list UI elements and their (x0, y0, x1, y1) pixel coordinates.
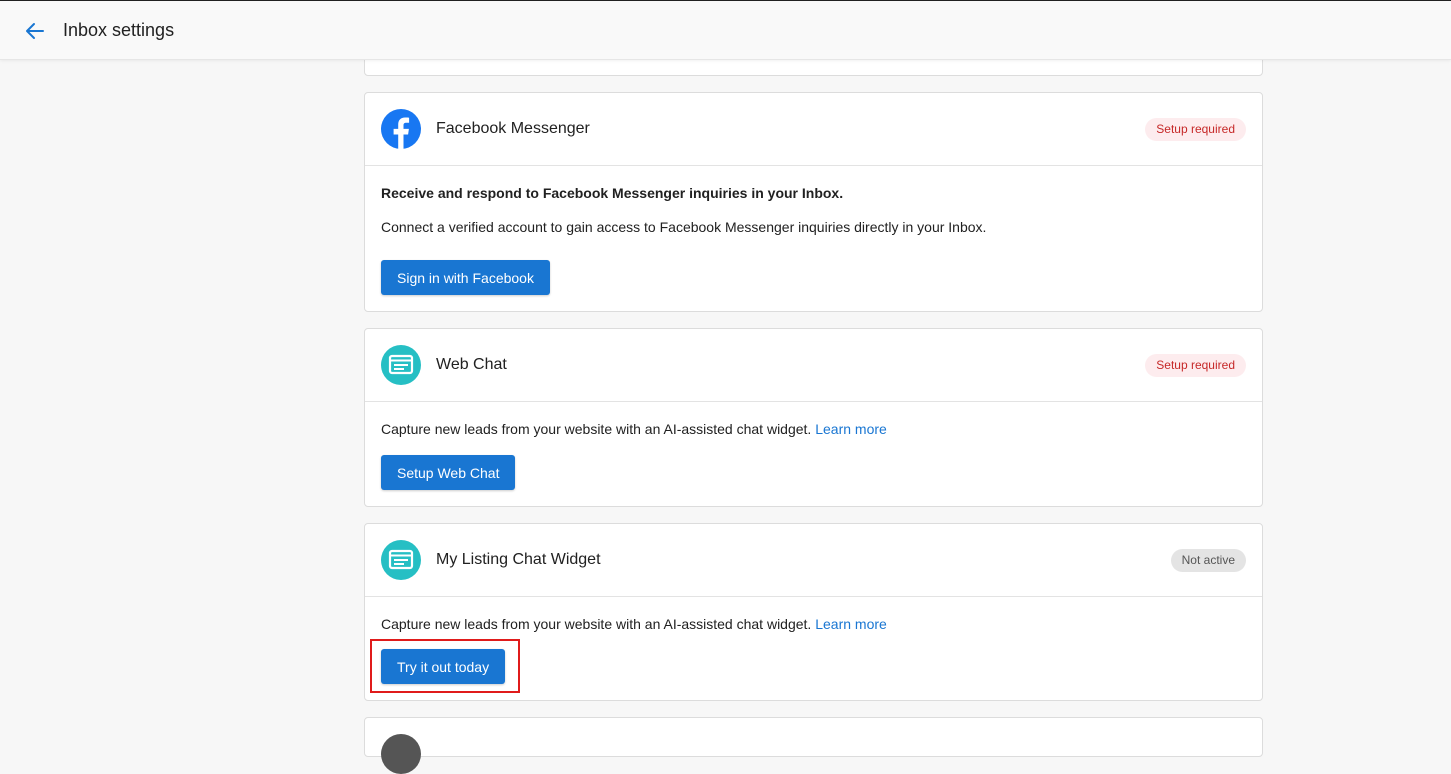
highlight-box (370, 639, 520, 693)
top-bar: Inbox settings (0, 1, 1451, 60)
card-description-text: Capture new leads from your website with… (381, 616, 812, 632)
card-title: Web Chat (436, 356, 507, 373)
card-description: Capture new leads from your website with… (381, 421, 887, 437)
status-badge: Setup required (1145, 354, 1246, 377)
next-card (364, 717, 1263, 774)
setup-web-chat-button[interactable]: Setup Web Chat (381, 455, 516, 490)
learn-more-link[interactable]: Learn more (815, 616, 887, 632)
chat-window-icon (381, 345, 421, 385)
facebook-icon (381, 109, 421, 149)
card-description-text: Capture new leads from your website with… (381, 421, 812, 437)
card-description: Connect a verified account to gain acces… (381, 219, 987, 235)
status-badge: Setup required (1145, 118, 1246, 141)
page-title: Inbox settings (63, 20, 175, 40)
card-description: Capture new leads from your website with… (381, 616, 887, 632)
card-title: Facebook Messenger (436, 120, 590, 137)
status-badge: Not active (1170, 549, 1246, 572)
card-header: Facebook Messenger Setup required (365, 93, 1262, 166)
card-title: My Listing Chat Widget (436, 551, 601, 568)
card-header: Web Chat Setup required (365, 329, 1262, 402)
sign-in-facebook-button[interactable]: Sign in with Facebook (381, 260, 550, 295)
card-header: My Listing Chat Widget Not active (365, 524, 1262, 597)
web-chat-card: Web Chat Setup required Capture new lead… (364, 328, 1263, 507)
back-arrow-icon[interactable] (23, 19, 47, 43)
chat-window-icon (381, 540, 421, 580)
card-icon (381, 734, 421, 774)
facebook-messenger-card: Facebook Messenger Setup required Receiv… (364, 92, 1263, 312)
learn-more-link[interactable]: Learn more (815, 421, 887, 437)
card-heading: Receive and respond to Facebook Messenge… (381, 185, 844, 201)
